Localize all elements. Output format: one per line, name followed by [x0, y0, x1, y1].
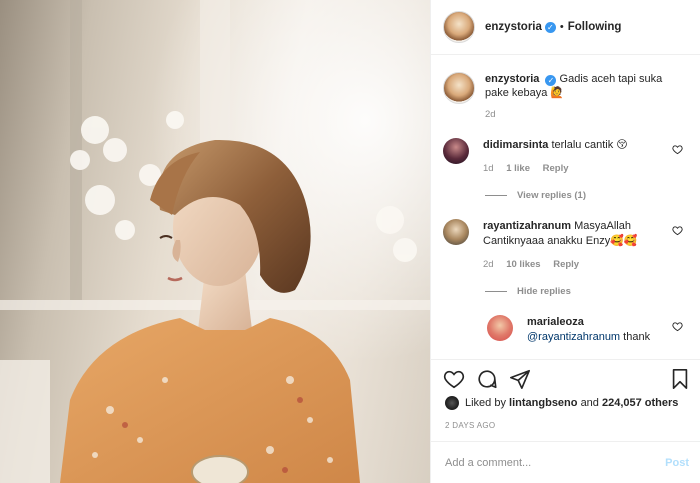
liked-by-user[interactable]: lintangbseno — [509, 397, 577, 409]
others-count[interactable]: 224,057 others — [602, 397, 678, 409]
and-label: and — [580, 397, 599, 409]
separator-dot: • — [559, 21, 564, 33]
replier-avatar[interactable] — [487, 315, 513, 341]
comment-icon[interactable] — [476, 368, 498, 390]
view-replies-toggle[interactable]: View replies (1) — [485, 190, 700, 201]
post-header: enzystoria ✓ • Following — [431, 0, 700, 55]
author-avatar[interactable] — [443, 11, 475, 43]
commenter-username[interactable]: rayantizahranum — [483, 220, 571, 232]
post-photo[interactable] — [0, 0, 430, 483]
comment-age[interactable]: 1d — [483, 163, 494, 174]
comment-input[interactable] — [445, 456, 666, 469]
caption: enzystoria ✓ Gadis aceh tapi suka pake k… — [431, 56, 700, 122]
following-button[interactable]: Following — [568, 21, 622, 33]
verified-badge-icon: ✓ — [544, 21, 556, 33]
post-timestamp[interactable]: 2 DAYS AGO — [445, 421, 495, 430]
comment-item: rayantizahranum MasyaAllah Cantiknyaaa a… — [431, 219, 700, 272]
commenter-username[interactable]: didimarsinta — [483, 139, 548, 151]
commenter-avatar[interactable] — [443, 138, 469, 164]
portrait-illustration — [0, 0, 430, 483]
reply-text: thank — [623, 331, 651, 343]
author-username[interactable]: enzystoria — [485, 21, 542, 33]
post-sidebar: enzystoria ✓ • Following enzystoria ✓ Ga… — [430, 0, 700, 483]
share-icon[interactable] — [509, 368, 531, 390]
action-bar — [431, 359, 700, 397]
heart-icon[interactable] — [672, 225, 683, 236]
heart-icon[interactable] — [443, 368, 465, 390]
comments-list[interactable]: enzystoria ✓ Gadis aceh tapi suka pake k… — [431, 56, 700, 358]
hide-replies-label: Hide replies — [517, 286, 571, 297]
post-button[interactable]: Post — [665, 457, 689, 469]
comment-likes[interactable]: 10 likes — [506, 259, 540, 270]
heart-icon[interactable] — [672, 144, 683, 155]
instagram-post-modal: enzystoria ✓ • Following enzystoria ✓ Ga… — [0, 0, 700, 483]
caption-avatar[interactable] — [443, 72, 475, 104]
comment-likes[interactable]: 1 like — [506, 163, 530, 174]
comment-age[interactable]: 2d — [483, 259, 494, 270]
replier-username[interactable]: marialeoza — [527, 315, 677, 330]
heart-icon[interactable] — [672, 321, 683, 332]
comment-item: didimarsinta terlalu cantik 😚 1d 1 like … — [431, 138, 700, 176]
hide-replies-toggle[interactable]: Hide replies — [485, 286, 700, 297]
reply-mention[interactable]: @rayantizahranum — [527, 331, 620, 343]
caption-age[interactable]: 2d — [485, 109, 496, 120]
verified-badge-icon: ✓ — [545, 75, 557, 86]
liker-avatar[interactable] — [445, 396, 459, 410]
reply-item: marialeoza @rayantizahranum thank — [431, 315, 700, 345]
reply-button[interactable]: Reply — [543, 163, 569, 174]
bookmark-icon[interactable] — [669, 368, 691, 390]
reply-button[interactable]: Reply — [553, 259, 579, 270]
caption-username[interactable]: enzystoria — [485, 73, 539, 85]
commenter-avatar[interactable] — [443, 219, 469, 245]
liked-by-prefix: Liked by — [465, 397, 506, 409]
replies-divider — [485, 195, 507, 196]
add-comment-bar: Post — [431, 441, 700, 483]
view-replies-label: View replies (1) — [517, 190, 586, 201]
replies-divider — [485, 291, 507, 292]
comment-text: terlalu cantik 😚 — [551, 139, 628, 151]
likes-summary: Liked by lintangbseno and 224,057 others — [445, 396, 678, 410]
